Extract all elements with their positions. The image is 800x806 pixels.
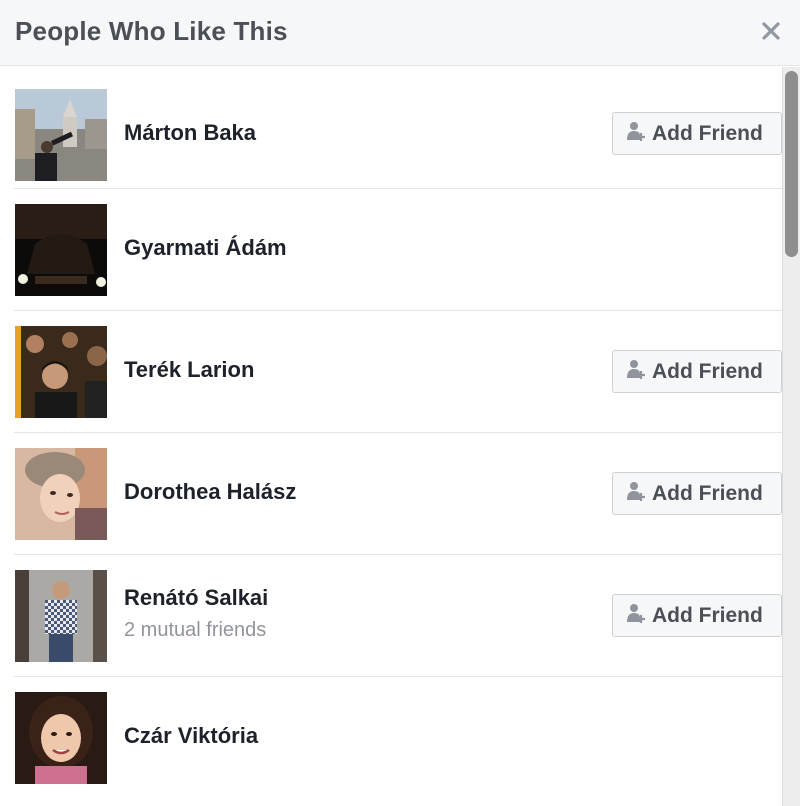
person-name[interactable]: Czár Viktória xyxy=(124,723,258,749)
avatar[interactable] xyxy=(15,204,107,296)
add-friend-button[interactable]: Add Friend xyxy=(612,112,782,155)
avatar[interactable] xyxy=(15,448,107,540)
add-friend-label: Add Friend xyxy=(652,121,763,145)
close-icon[interactable] xyxy=(760,20,782,42)
person-name[interactable]: Terék Larion xyxy=(124,357,254,383)
mutual-friends[interactable]: 2 mutual friends xyxy=(124,619,266,642)
add-friend-button[interactable]: Add Friend xyxy=(612,350,782,393)
add-friend-label: Add Friend xyxy=(652,359,763,383)
dialog-title: People Who Like This xyxy=(15,16,288,46)
avatar[interactable] xyxy=(15,326,107,418)
likes-dialog: People Who Like This Márton Baka Add Fri… xyxy=(0,0,800,806)
person-name[interactable]: Márton Baka xyxy=(124,120,256,146)
dialog-header: People Who Like This xyxy=(0,0,800,66)
list-item: Czár Viktória xyxy=(0,677,782,799)
list-item: Dorothea Halász Add Friend xyxy=(0,433,782,555)
person-name[interactable]: Gyarmati Ádám xyxy=(124,235,287,261)
list-item: Terék Larion Add Friend xyxy=(0,311,782,433)
add-friend-button[interactable]: Add Friend xyxy=(612,472,782,515)
add-friend-button[interactable]: Add Friend xyxy=(612,594,782,637)
add-friend-icon xyxy=(626,480,646,507)
add-friend-label: Add Friend xyxy=(652,603,763,627)
list-item: Márton Baka Add Friend xyxy=(0,67,782,189)
add-friend-icon xyxy=(626,120,646,147)
avatar[interactable] xyxy=(15,570,107,662)
scrollbar[interactable] xyxy=(782,67,800,806)
avatar[interactable] xyxy=(15,692,107,784)
avatar[interactable] xyxy=(15,89,107,181)
person-name[interactable]: Renátó Salkai xyxy=(124,585,268,611)
list-item: Renátó Salkai 2 mutual friends Add Frien… xyxy=(0,555,782,677)
people-list: Márton Baka Add Friend Gyarmati Ádám Ter… xyxy=(0,67,782,799)
add-friend-icon xyxy=(626,602,646,629)
add-friend-label: Add Friend xyxy=(652,481,763,505)
list-item: Gyarmati Ádám xyxy=(0,189,782,311)
add-friend-icon xyxy=(626,358,646,385)
scrollbar-thumb[interactable] xyxy=(785,71,798,257)
person-name[interactable]: Dorothea Halász xyxy=(124,479,296,505)
